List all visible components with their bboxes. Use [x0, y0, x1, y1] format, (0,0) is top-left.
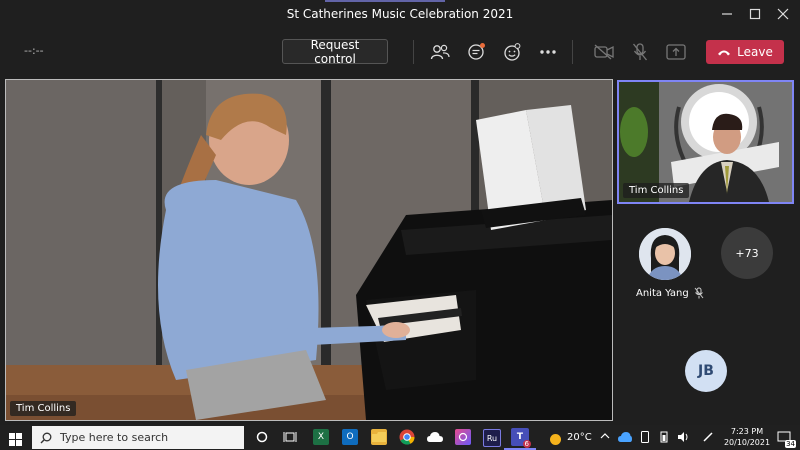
search-placeholder: Type here to search: [60, 431, 169, 444]
taskbar-search-box[interactable]: Type here to search: [32, 426, 244, 449]
cloud-icon: [427, 432, 443, 442]
speaker-icon: [678, 432, 688, 442]
leave-label: Leave: [737, 45, 773, 59]
battery-icon: [660, 431, 668, 443]
rush-app-icon[interactable]: Ru: [483, 429, 501, 447]
title-bar: St Catherines Music Celebration 2021: [0, 0, 800, 28]
tray-volume-icon[interactable]: [676, 429, 692, 445]
chat-icon: [468, 43, 485, 60]
cloud-icon: [618, 432, 632, 442]
speaker-video-name-tag: Tim Collins: [623, 183, 690, 198]
teams-icon: T: [516, 432, 524, 442]
chrome-icon: [399, 429, 415, 445]
teams-app-icon[interactable]: T 6: [511, 428, 531, 448]
main-video-name-tag: Tim Collins: [10, 401, 77, 416]
outlook-app-icon[interactable]: O: [342, 429, 358, 445]
meeting-timer: --:--: [24, 44, 44, 57]
leave-button[interactable]: Leave: [706, 40, 784, 64]
sun-icon: [550, 434, 561, 445]
chat-button[interactable]: [464, 40, 488, 64]
cortana-icon: [256, 431, 268, 443]
more-icon: [540, 50, 556, 54]
pen-icon: [703, 432, 713, 442]
pianist-video-frame: [6, 80, 612, 420]
tray-network-drive-icon[interactable]: [617, 429, 633, 445]
participant-initials: JB: [698, 363, 714, 379]
mic-off-icon: [632, 43, 648, 61]
phone-icon: [641, 431, 649, 443]
hang-up-icon: [718, 50, 731, 56]
close-button[interactable]: [768, 4, 798, 24]
tray-battery-icon[interactable]: [656, 429, 672, 445]
request-control-button[interactable]: Request control: [282, 38, 388, 66]
photo-icon: [458, 432, 468, 442]
maximize-button[interactable]: [740, 4, 770, 24]
participants-button[interactable]: [428, 40, 452, 64]
toolbar-divider: [413, 40, 414, 64]
windows-taskbar: Type here to search X O Ru T 6 20°C 7:23…: [0, 425, 800, 450]
tray-phone-icon[interactable]: [637, 429, 653, 445]
cortana-button[interactable]: [254, 429, 270, 445]
weather-widget[interactable]: [549, 431, 562, 450]
clock-time[interactable]: 7:23 PM: [727, 427, 767, 436]
search-icon: [40, 432, 52, 443]
close-icon: [777, 8, 789, 20]
chevron-up-icon: [600, 433, 610, 439]
main-video-feed[interactable]: Tim Collins: [5, 79, 613, 421]
task-view-button[interactable]: [282, 429, 298, 445]
reaction-icon: [504, 43, 521, 61]
speaker-video-feed[interactable]: Tim Collins: [617, 80, 794, 204]
more-participants-button[interactable]: +73: [721, 227, 773, 279]
chrome-app-icon[interactable]: [399, 429, 415, 445]
participant-avatar-anita[interactable]: [639, 228, 691, 280]
toolbar-divider: [572, 40, 573, 64]
maximize-icon: [749, 8, 761, 20]
task-view-icon: [283, 432, 297, 442]
minimize-icon: [722, 13, 732, 15]
mic-muted-icon: [694, 287, 704, 299]
onedrive-app-icon[interactable]: [427, 429, 443, 445]
teams-badge: 6: [522, 440, 531, 448]
folder-icon: [372, 432, 386, 442]
participant-anita-label: Anita Yang: [636, 287, 704, 299]
share-button[interactable]: [664, 40, 688, 64]
meeting-toolbar: --:-- Request control Leave: [0, 28, 800, 76]
file-explorer-icon[interactable]: [371, 429, 387, 445]
people-icon: [430, 44, 450, 60]
more-participants-count: +73: [735, 246, 759, 260]
camera-button[interactable]: [592, 40, 616, 64]
notification-center-button[interactable]: 34: [776, 429, 796, 448]
show-hidden-icons-button[interactable]: [600, 431, 610, 444]
windows-logo-icon: [9, 433, 22, 446]
participant-photo: [639, 228, 691, 280]
clock-date[interactable]: 20/10/2021: [722, 438, 772, 447]
photos-app-icon[interactable]: [455, 429, 471, 445]
minimize-button[interactable]: [712, 4, 742, 24]
participant-avatar-jb[interactable]: JB: [685, 350, 727, 392]
window-title: St Catherines Music Celebration 2021: [286, 7, 514, 21]
tray-pen-icon[interactable]: [700, 429, 716, 445]
weather-temperature: 20°C: [567, 432, 592, 443]
reactions-button[interactable]: [500, 40, 524, 64]
excel-app-icon[interactable]: X: [313, 429, 329, 445]
start-button[interactable]: [9, 431, 22, 450]
camera-off-icon: [594, 44, 614, 60]
share-icon: [666, 44, 686, 60]
title-accent: [325, 0, 445, 2]
participant-name: Anita Yang: [636, 287, 689, 299]
microphone-button[interactable]: [628, 40, 652, 64]
more-actions-button[interactable]: [536, 40, 560, 64]
notification-count: 34: [785, 440, 796, 448]
